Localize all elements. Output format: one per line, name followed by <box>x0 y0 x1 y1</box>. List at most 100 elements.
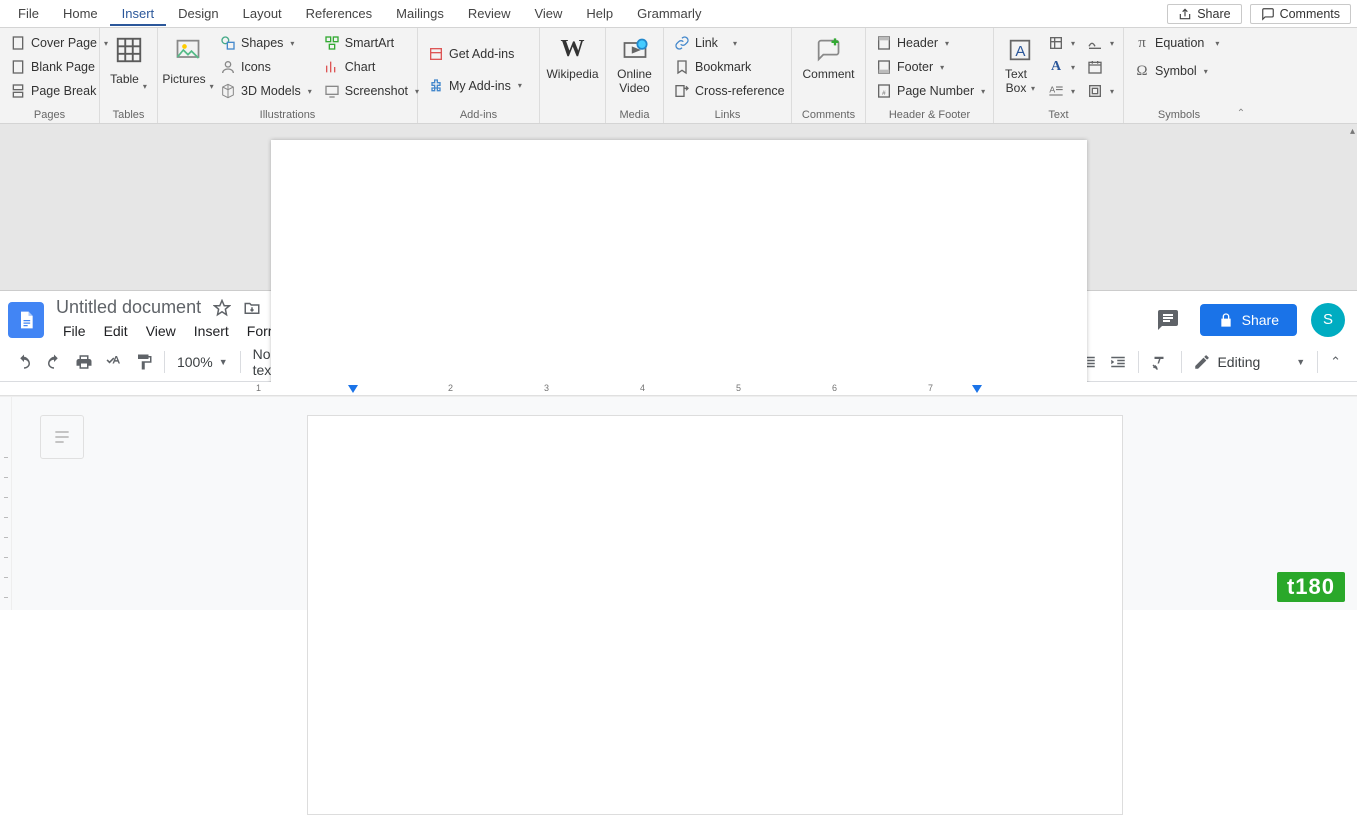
word-tab-references[interactable]: References <box>294 2 384 26</box>
equation-button[interactable]: πEquation▾ <box>1130 32 1223 54</box>
shapes-button[interactable]: Shapes▾ <box>216 32 316 54</box>
pictures-label: Pictures <box>162 73 205 87</box>
signature-line-button[interactable]: ▾ <box>1083 32 1118 54</box>
chevron-down-icon: ▾ <box>143 82 147 91</box>
word-tab-insert[interactable]: Insert <box>110 2 167 26</box>
object-button[interactable]: ▾ <box>1083 80 1118 102</box>
3d-models-button[interactable]: 3D Models▾ <box>216 80 316 102</box>
word-tab-help[interactable]: Help <box>574 2 625 26</box>
link-icon <box>674 35 690 51</box>
cross-reference-button[interactable]: Cross-reference <box>670 80 789 102</box>
page-break-button[interactable]: Page Break <box>6 80 112 102</box>
editing-mode-label: Editing <box>1217 354 1260 370</box>
smartart-button[interactable]: SmartArt <box>320 32 423 54</box>
bookmark-button[interactable]: Bookmark <box>670 56 789 78</box>
symbol-button[interactable]: ΩSymbol▾ <box>1130 60 1223 82</box>
gdoc-share-button[interactable]: Share <box>1200 304 1297 336</box>
quick-parts-button[interactable]: ▾ <box>1044 32 1079 54</box>
gdoc-vertical-ruler[interactable] <box>0 397 12 610</box>
blank-page-label: Blank Page <box>31 60 95 74</box>
gdoc-page[interactable] <box>307 415 1123 815</box>
increase-indent-button[interactable] <box>1104 348 1132 376</box>
menu-insert[interactable]: Insert <box>187 320 236 342</box>
group-comments: Comment Comments <box>792 28 866 123</box>
cover-page-button[interactable]: Cover Page▾ <box>6 32 112 54</box>
wikipedia-button[interactable]: W Wikipedia <box>546 32 599 84</box>
document-title[interactable]: Untitled document <box>56 297 201 318</box>
word-tab-review[interactable]: Review <box>456 2 523 26</box>
group-wikipedia: W Wikipedia <box>540 28 606 123</box>
star-icon[interactable] <box>213 299 231 317</box>
pictures-button[interactable]: Pictures▾ <box>164 32 212 93</box>
menu-view[interactable]: View <box>139 320 183 342</box>
menu-file[interactable]: File <box>56 320 93 342</box>
account-avatar[interactable]: S <box>1311 303 1345 337</box>
date-time-button[interactable] <box>1083 56 1118 78</box>
table-icon <box>113 34 145 66</box>
hide-menus-button[interactable]: ⌃ <box>1324 354 1347 370</box>
wordart-button[interactable]: A▾ <box>1044 56 1079 78</box>
word-comments-button[interactable]: Comments <box>1250 4 1351 24</box>
drop-cap-button[interactable]: A▾ <box>1044 80 1079 102</box>
spellcheck-button[interactable] <box>100 348 128 376</box>
redo-button[interactable] <box>40 348 68 376</box>
textbox-button[interactable]: A Text Box▾ <box>1000 32 1040 98</box>
page-number-button[interactable]: #Page Number▾ <box>872 80 989 102</box>
online-video-button[interactable]: Online Video <box>611 32 659 98</box>
ribbon-collapse-button[interactable]: ⌃ <box>1234 28 1248 123</box>
paint-format-button[interactable] <box>130 348 158 376</box>
gdoc-horizontal-ruler[interactable]: 1 2 3 4 5 6 7 <box>0 382 1357 396</box>
open-comments-button[interactable] <box>1150 302 1186 338</box>
footer-button[interactable]: Footer▾ <box>872 56 989 78</box>
equation-icon: π <box>1134 35 1150 51</box>
zoom-select[interactable]: 100%▼ <box>171 354 234 370</box>
online-video-label: Online Video <box>617 68 652 96</box>
group-symbols: πEquation▾ ΩSymbol▾ Symbols <box>1124 28 1234 123</box>
chevron-down-icon: ▾ <box>518 81 522 90</box>
addins-icon <box>428 78 444 94</box>
undo-button[interactable] <box>10 348 38 376</box>
my-addins-button[interactable]: My Add-ins▾ <box>424 75 526 97</box>
video-icon <box>619 34 651 66</box>
word-document-area[interactable]: ▴ <box>0 124 1357 290</box>
comment-button[interactable]: Comment <box>798 32 858 84</box>
word-tab-mailings[interactable]: Mailings <box>384 2 456 26</box>
editing-mode-select[interactable]: Editing ▼ <box>1187 353 1311 371</box>
word-tab-design[interactable]: Design <box>166 2 230 26</box>
ruler-tick: 2 <box>448 383 453 393</box>
word-tab-view[interactable]: View <box>522 2 574 26</box>
word-tab-file[interactable]: File <box>6 2 51 26</box>
group-label-wikipedia-empty <box>546 107 599 121</box>
chart-button[interactable]: Chart <box>320 56 423 78</box>
crossref-icon <box>674 83 690 99</box>
screenshot-icon <box>324 83 340 99</box>
word-tab-home[interactable]: Home <box>51 2 110 26</box>
print-button[interactable] <box>70 348 98 376</box>
icons-button[interactable]: Icons <box>216 56 316 78</box>
page-icon <box>10 35 26 51</box>
docs-logo[interactable] <box>8 302 44 338</box>
scroll-up-icon[interactable]: ▴ <box>1350 126 1355 137</box>
word-tab-grammarly[interactable]: Grammarly <box>625 2 713 26</box>
word-tab-layout[interactable]: Layout <box>231 2 294 26</box>
table-button[interactable]: Table▾ <box>105 32 153 93</box>
picture-icon <box>172 34 204 66</box>
shapes-label: Shapes <box>241 36 283 50</box>
menu-edit[interactable]: Edit <box>97 320 135 342</box>
ruler-right-marker[interactable] <box>972 385 982 393</box>
link-button[interactable]: Link▾ <box>670 32 789 54</box>
ruler-indent-marker[interactable] <box>348 385 358 393</box>
symbol-label: Symbol <box>1155 64 1197 78</box>
word-share-button[interactable]: Share <box>1167 4 1241 24</box>
screenshot-button[interactable]: Screenshot▾ <box>320 80 423 102</box>
chevron-down-icon: ▾ <box>1071 63 1075 72</box>
get-addins-button[interactable]: Get Add-ins <box>424 43 526 65</box>
cover-page-label: Cover Page <box>31 36 97 50</box>
blank-page-button[interactable]: Blank Page <box>6 56 112 78</box>
header-button[interactable]: Header▾ <box>872 32 989 54</box>
ruler-tick: 3 <box>544 383 549 393</box>
move-icon[interactable] <box>243 299 261 317</box>
clear-formatting-button[interactable] <box>1145 348 1173 376</box>
group-label-addins: Add-ins <box>424 107 533 121</box>
bookmark-label: Bookmark <box>695 60 751 74</box>
